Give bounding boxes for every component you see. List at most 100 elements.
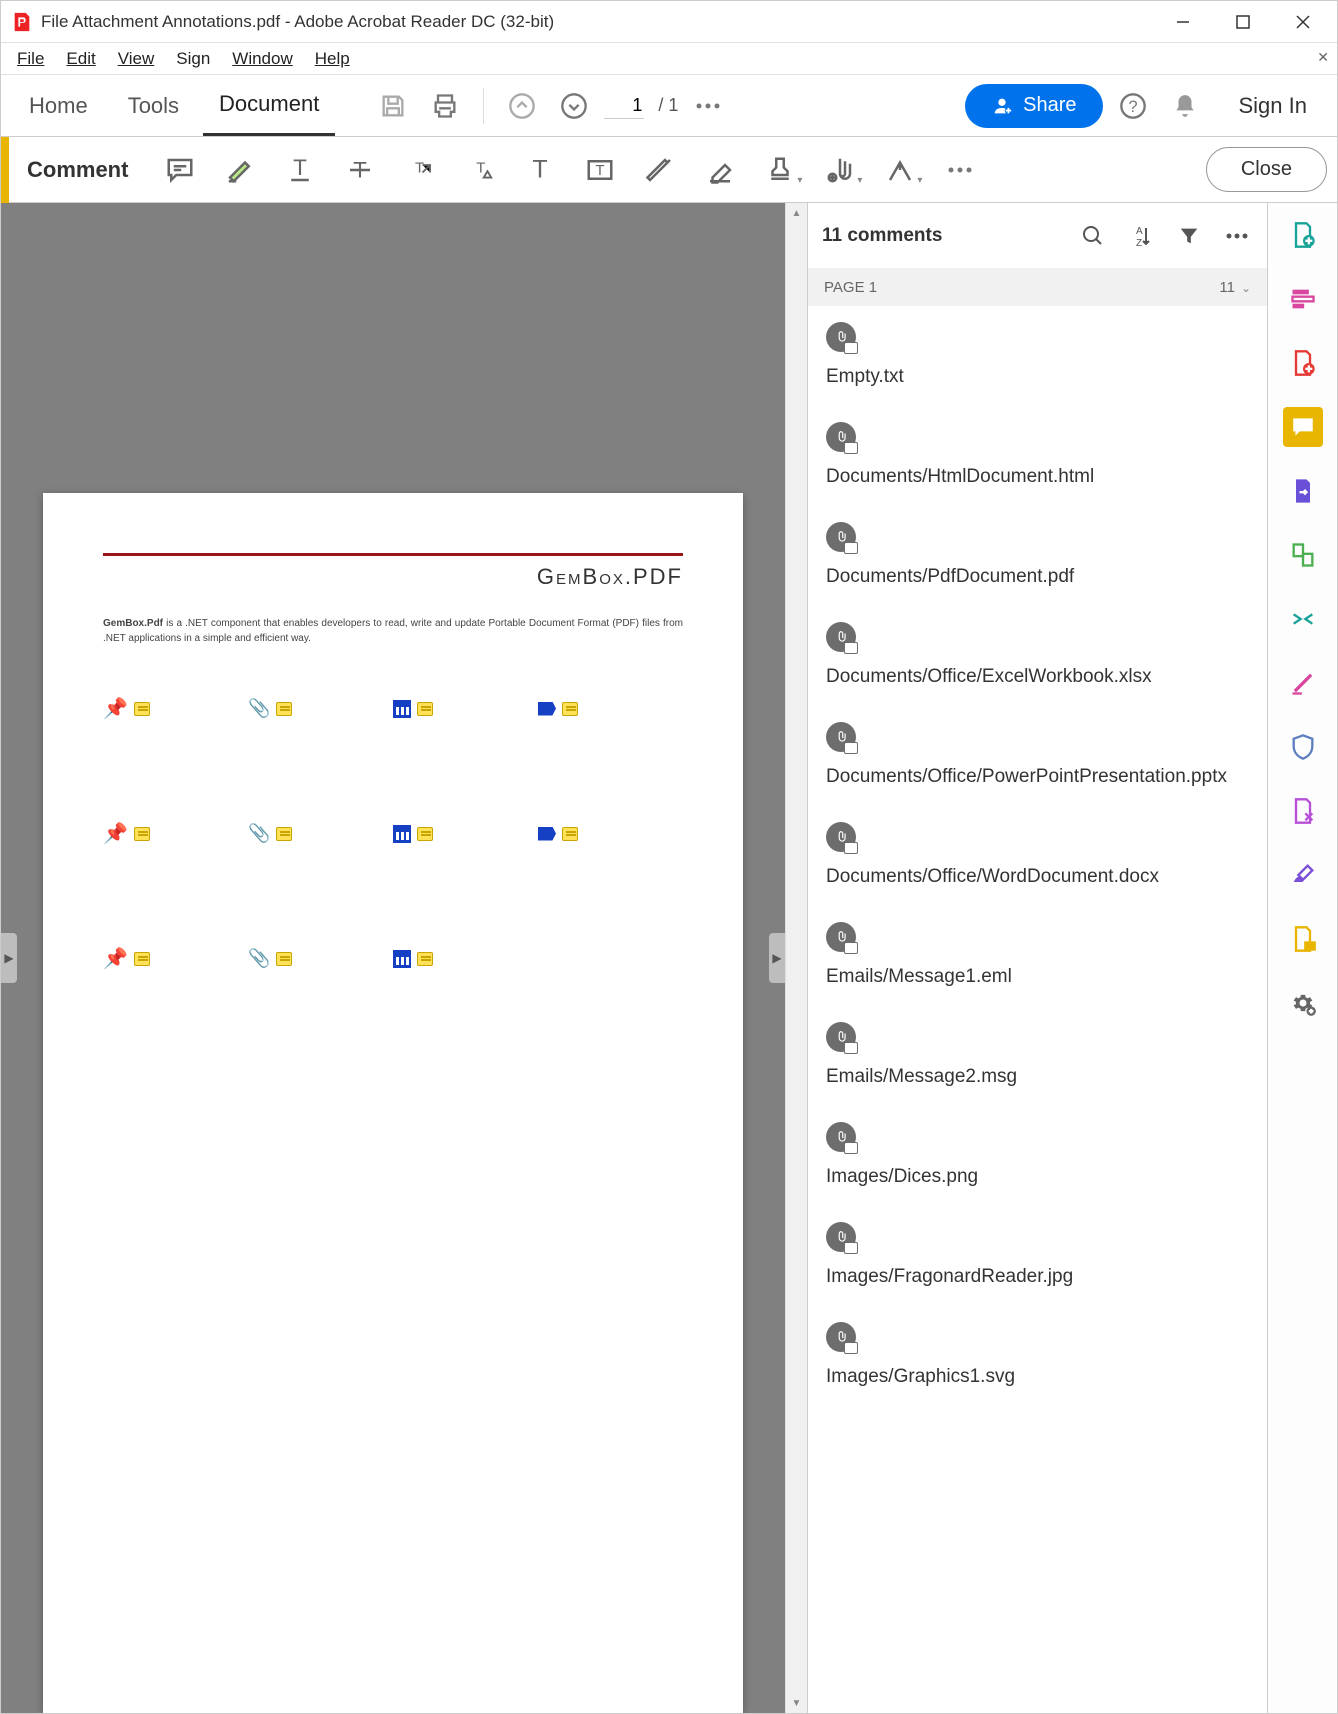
comment-item[interactable]: Documents/Office/PowerPointPresentation.… [808, 706, 1267, 806]
nav-pane-toggle-left[interactable]: ▶ [1, 933, 17, 983]
highlight-icon[interactable] [214, 144, 266, 196]
comment-item[interactable]: Documents/Office/WordDocument.docx [808, 806, 1267, 906]
attachment-comment-icon [826, 1022, 856, 1052]
redact-icon[interactable] [1283, 663, 1323, 703]
strikethrough-icon[interactable]: T [334, 144, 386, 196]
close-window-button[interactable] [1273, 1, 1333, 43]
comment-item[interactable]: Documents/Office/ExcelWorkbook.xlsx [808, 606, 1267, 706]
comments-list[interactable]: Empty.txtDocuments/HtmlDocument.html Docu… [808, 306, 1267, 1713]
help-icon[interactable]: ? [1111, 84, 1155, 128]
scroll-down-icon[interactable]: ▼ [792, 1693, 802, 1713]
combine-pdf-icon[interactable] [1283, 279, 1323, 319]
document-viewport[interactable]: ▶ ▶ GemBox.PDF GemBox.Pdf is a .NET comp… [1, 203, 785, 1713]
erase-icon[interactable] [694, 144, 746, 196]
print-icon[interactable] [423, 84, 467, 128]
vertical-scrollbar[interactable]: ▲ ▼ [785, 203, 807, 1713]
close-comment-button[interactable]: Close [1206, 147, 1327, 192]
menu-sign[interactable]: Sign [166, 45, 220, 73]
svg-text:Z: Z [1136, 238, 1142, 248]
bell-icon[interactable] [1163, 84, 1207, 128]
add-text-icon[interactable]: T [514, 144, 566, 196]
menu-help[interactable]: Help [305, 45, 360, 73]
create-pdf-icon[interactable] [1283, 215, 1323, 255]
note-icon [417, 952, 433, 966]
comment-item[interactable]: Empty.txt [808, 306, 1267, 406]
svg-text:A: A [1136, 226, 1143, 237]
export-pdf-icon[interactable] [1283, 471, 1323, 511]
comment-item[interactable]: Emails/Message2.msg [808, 1006, 1267, 1106]
attachment-annotation[interactable] [538, 696, 683, 721]
page-up-icon[interactable] [500, 84, 544, 128]
send-comments-icon[interactable] [1283, 919, 1323, 959]
filter-comments-icon[interactable] [1173, 220, 1205, 252]
tab-document[interactable]: Document [203, 75, 335, 136]
sort-comments-icon[interactable]: AZ [1125, 220, 1157, 252]
menu-edit[interactable]: Edit [56, 45, 105, 73]
main-toolbar: Home Tools Document / 1 Share ? Sign In [1, 75, 1337, 137]
menu-window[interactable]: Window [222, 45, 302, 73]
compress-pdf-icon[interactable] [1283, 599, 1323, 639]
attachment-annotation[interactable]: 📎 [248, 696, 393, 721]
page-number-input[interactable] [604, 93, 644, 119]
comment-item[interactable]: Documents/PdfDocument.pdf [808, 506, 1267, 606]
comment-item[interactable]: Emails/Message1.eml [808, 906, 1267, 1006]
attachment-comment-icon [826, 522, 856, 552]
sticky-note-icon[interactable] [154, 144, 206, 196]
text-box-icon[interactable]: T [574, 144, 626, 196]
protect-icon[interactable] [1283, 727, 1323, 767]
more-comment-tools-icon[interactable] [934, 144, 986, 196]
nav-pane-toggle-right[interactable]: ▶ [769, 933, 785, 983]
comment-item[interactable]: Documents/HtmlDocument.html [808, 406, 1267, 506]
attach-icon[interactable] [814, 144, 866, 196]
pdf-page: GemBox.PDF GemBox.Pdf is a .NET componen… [43, 493, 743, 1713]
menu-view[interactable]: View [108, 45, 165, 73]
replace-text-icon[interactable]: T [394, 144, 446, 196]
organize-pdf-icon[interactable] [1283, 535, 1323, 575]
share-button[interactable]: Share [965, 84, 1102, 128]
page-down-icon[interactable] [552, 84, 596, 128]
page-brand: GemBox.PDF [537, 564, 683, 590]
stamp-icon[interactable] [754, 144, 806, 196]
edit-pdf-icon[interactable] [1283, 343, 1323, 383]
attachment-annotation[interactable]: 📎 [248, 946, 393, 971]
more-tools-rail-icon[interactable] [1283, 983, 1323, 1023]
fill-sign-icon[interactable] [1283, 855, 1323, 895]
comment-filename: Images/Dices.png [826, 1166, 1249, 1188]
search-comments-icon[interactable] [1077, 220, 1109, 252]
annotation-grid: 📌 📎 📌 📎 📌 📎 [103, 696, 683, 971]
comments-header: 11 comments AZ [808, 203, 1267, 269]
maximize-button[interactable] [1213, 1, 1273, 43]
menu-file[interactable]: File [7, 45, 54, 73]
comments-page-group[interactable]: PAGE 1 11 ⌄ [808, 269, 1267, 306]
tab-home[interactable]: Home [13, 77, 104, 135]
minimize-button[interactable] [1153, 1, 1213, 43]
attachment-annotation[interactable] [393, 821, 538, 846]
save-icon[interactable] [371, 84, 415, 128]
insert-text-icon[interactable]: T [454, 144, 506, 196]
signin-button[interactable]: Sign In [1239, 93, 1308, 119]
fill-sign-doc-icon[interactable] [1283, 791, 1323, 831]
attachment-annotation[interactable]: 📌 [103, 946, 248, 971]
attachment-annotation[interactable] [538, 821, 683, 846]
attachment-annotation[interactable]: 📌 [103, 696, 248, 721]
attachment-annotation[interactable]: 📌 [103, 821, 248, 846]
comment-filename: Documents/PdfDocument.pdf [826, 566, 1249, 588]
svg-text:T: T [533, 155, 548, 183]
note-icon [562, 702, 578, 716]
comment-item[interactable]: Images/FragonardReader.jpg [808, 1206, 1267, 1306]
attachment-annotation[interactable]: 📎 [248, 821, 393, 846]
underline-icon[interactable]: T [274, 144, 326, 196]
comment-item[interactable]: Images/Graphics1.svg [808, 1306, 1267, 1406]
attachment-annotation[interactable] [393, 946, 538, 971]
comment-tool-icon[interactable] [1283, 407, 1323, 447]
comment-filename: Emails/Message1.eml [826, 966, 1249, 988]
more-comments-icon[interactable] [1221, 220, 1253, 252]
tab-tools[interactable]: Tools [112, 77, 195, 135]
scroll-up-icon[interactable]: ▲ [792, 203, 802, 223]
comment-item[interactable]: Images/Dices.png [808, 1106, 1267, 1206]
attachment-annotation[interactable] [393, 696, 538, 721]
draw-icon[interactable] [634, 144, 686, 196]
more-tools-icon[interactable] [686, 84, 730, 128]
close-doc-button[interactable]: ✕ [1317, 49, 1329, 66]
drawing-tools-icon[interactable] [874, 144, 926, 196]
